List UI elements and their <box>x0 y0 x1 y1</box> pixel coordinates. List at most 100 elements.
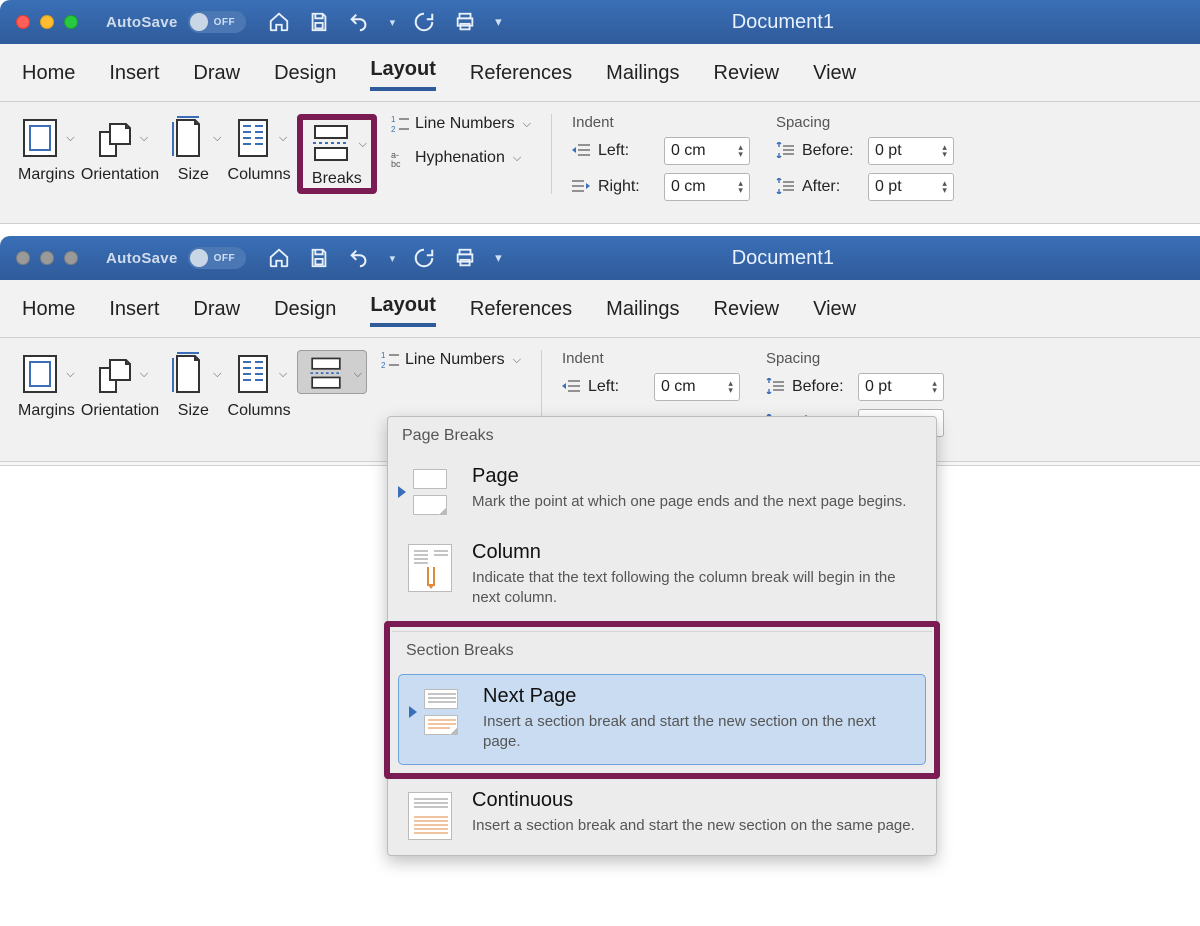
window-title: Document1 <box>502 247 1184 270</box>
spacing-before-label: Before: <box>792 378 850 396</box>
spacing-before-input[interactable]: 0 pt▴▾ <box>868 137 954 165</box>
spacing-before-icon <box>776 142 794 160</box>
margins-button[interactable]: ⌵ Margins <box>18 350 75 420</box>
svg-text:2: 2 <box>381 361 386 370</box>
save-icon[interactable] <box>308 247 330 269</box>
columns-button[interactable]: ⌵ Columns <box>228 350 291 420</box>
tab-mailings[interactable]: Mailings <box>606 298 679 327</box>
word-window-open-menu: AutoSave OFF ▾ ▾ Document1 Home Insert D… <box>0 236 1200 926</box>
break-option-page[interactable]: Page Mark the point at which one page en… <box>388 455 936 531</box>
indent-left-input[interactable]: 0 cm▴▾ <box>664 137 750 165</box>
autosave-toggle[interactable]: OFF <box>188 11 246 33</box>
chevron-down-icon: ⌵ <box>513 354 521 367</box>
indent-group: Indent Left: 0 cm▴▾ Right: 0 cm▴▾ <box>572 114 750 209</box>
ribbon-tabs: Home Insert Draw Design Layout Reference… <box>0 280 1200 338</box>
indent-left-label: Left: <box>588 378 646 396</box>
breaks-button[interactable]: ⌵ Breaks <box>307 122 367 188</box>
chevron-down-icon: ⌵ <box>66 132 74 145</box>
tab-references[interactable]: References <box>470 298 572 327</box>
tab-home[interactable]: Home <box>22 298 75 327</box>
tab-insert[interactable]: Insert <box>109 298 159 327</box>
tab-draw[interactable]: Draw <box>193 62 240 91</box>
undo-icon[interactable] <box>348 11 370 33</box>
traffic-lights <box>16 251 78 265</box>
home-icon[interactable] <box>268 11 290 33</box>
line-numbers-button[interactable]: 12 Line Numbers ⌵ <box>381 350 521 370</box>
minimize-window-button[interactable] <box>40 251 54 265</box>
breaks-label: Breaks <box>312 170 362 188</box>
spacing-before-input[interactable]: 0 pt▴▾ <box>858 373 944 401</box>
tab-view[interactable]: View <box>813 298 856 327</box>
tab-layout[interactable]: Layout <box>370 294 436 327</box>
line-numbers-icon: 12 <box>391 114 409 134</box>
chevron-down-icon: ⌵ <box>279 368 287 381</box>
orientation-label: Orientation <box>81 166 159 184</box>
tab-review[interactable]: Review <box>714 62 780 91</box>
tab-layout[interactable]: Layout <box>370 58 436 91</box>
column-break-desc: Indicate that the text following the col… <box>472 568 922 609</box>
orientation-button[interactable]: ⌵ Orientation <box>81 114 159 184</box>
save-icon[interactable] <box>308 11 330 33</box>
undo-chev-icon[interactable]: ▾ <box>390 16 396 29</box>
hyphenation-button[interactable]: a-bc Hyphenation ⌵ <box>391 148 531 168</box>
close-window-button[interactable] <box>16 251 30 265</box>
print-icon[interactable] <box>453 247 477 269</box>
continuous-break-title: Continuous <box>472 789 915 812</box>
size-button[interactable]: ⌵ Size <box>165 350 221 420</box>
undo-icon[interactable] <box>348 247 370 269</box>
svg-text:1: 1 <box>381 351 386 360</box>
tab-design[interactable]: Design <box>274 62 336 91</box>
continuous-break-desc: Insert a section break and start the new… <box>472 816 915 836</box>
tab-draw[interactable]: Draw <box>193 298 240 327</box>
indent-left-icon <box>572 142 590 160</box>
indent-right-input[interactable]: 0 cm▴▾ <box>664 173 750 201</box>
indent-left-label: Left: <box>598 142 656 160</box>
word-window-closed-menu: AutoSave OFF ▾ ▾ Document1 Home Insert D… <box>0 0 1200 224</box>
next-page-break-desc: Insert a section break and start the new… <box>483 712 911 753</box>
page-breaks-heading: Page Breaks <box>388 417 936 455</box>
orientation-button[interactable]: ⌵ Orientation <box>81 350 159 420</box>
autosave-label: AutoSave <box>106 250 178 267</box>
indent-heading: Indent <box>572 114 750 131</box>
tab-view[interactable]: View <box>813 62 856 91</box>
chevron-down-icon: ⌵ <box>354 368 362 381</box>
tab-review[interactable]: Review <box>714 298 780 327</box>
columns-button[interactable]: ⌵ Columns <box>228 114 291 184</box>
spacing-heading: Spacing <box>776 114 954 131</box>
next-page-break-title: Next Page <box>483 685 911 708</box>
undo-chev-icon[interactable]: ▾ <box>390 252 396 265</box>
margins-icon <box>18 350 62 398</box>
traffic-lights <box>16 15 78 29</box>
line-numbers-button[interactable]: 12 Line Numbers ⌵ <box>391 114 531 134</box>
quick-access-toolbar: ▾ ▾ <box>268 247 502 269</box>
chevron-down-icon: ⌵ <box>279 132 287 145</box>
break-option-column[interactable]: Column Indicate that the text following … <box>388 531 936 621</box>
print-icon[interactable] <box>453 11 477 33</box>
tab-references[interactable]: References <box>470 62 572 91</box>
spacing-after-input[interactable]: 0 pt▴▾ <box>868 173 954 201</box>
columns-icon <box>231 114 275 162</box>
maximize-window-button[interactable] <box>64 15 78 29</box>
page-break-title: Page <box>472 465 906 488</box>
home-icon[interactable] <box>268 247 290 269</box>
column-break-icon <box>402 541 458 595</box>
svg-text:bc: bc <box>391 159 401 168</box>
tab-design[interactable]: Design <box>274 298 336 327</box>
chevron-down-icon: ⌵ <box>66 368 74 381</box>
redo-icon[interactable] <box>413 247 435 269</box>
tab-insert[interactable]: Insert <box>109 62 159 91</box>
maximize-window-button[interactable] <box>64 251 78 265</box>
margins-button[interactable]: ⌵ Margins <box>18 114 75 184</box>
break-option-next-page[interactable]: Next Page Insert a section break and sta… <box>398 674 926 766</box>
spacing-after-label: After: <box>802 178 860 196</box>
close-window-button[interactable] <box>16 15 30 29</box>
redo-icon[interactable] <box>413 11 435 33</box>
minimize-window-button[interactable] <box>40 15 54 29</box>
tab-mailings[interactable]: Mailings <box>606 62 679 91</box>
breaks-button-open[interactable]: ⌵ <box>297 350 367 394</box>
indent-left-input[interactable]: 0 cm▴▾ <box>654 373 740 401</box>
autosave-toggle[interactable]: OFF <box>188 247 246 269</box>
break-option-continuous[interactable]: Continuous Insert a section break and st… <box>388 779 936 855</box>
size-button[interactable]: ⌵ Size <box>165 114 221 184</box>
tab-home[interactable]: Home <box>22 62 75 91</box>
